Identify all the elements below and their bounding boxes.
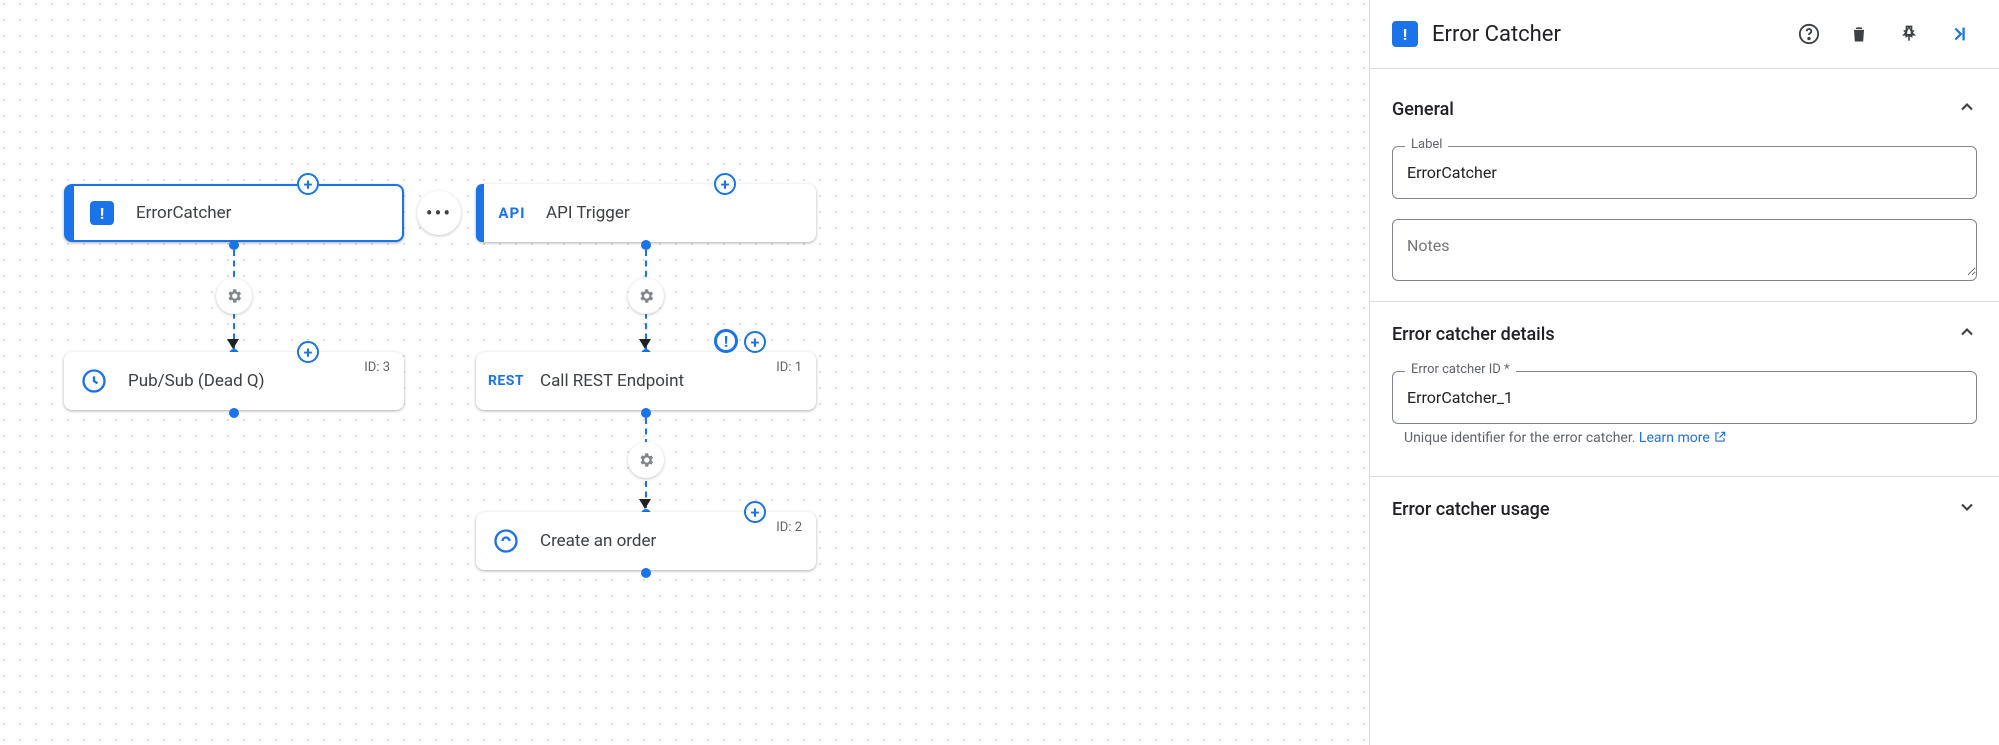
delete-button[interactable] bbox=[1841, 16, 1877, 52]
label-field[interactable]: Label bbox=[1392, 146, 1977, 199]
node-label: Call REST Endpoint bbox=[540, 371, 800, 391]
node-label: Create an order bbox=[540, 531, 800, 551]
gear-icon bbox=[637, 287, 655, 305]
error-catcher-id-field[interactable]: Error catcher ID * bbox=[1392, 371, 1977, 424]
rest-icon: REST bbox=[490, 365, 522, 397]
error-catcher-id-input[interactable] bbox=[1393, 372, 1976, 423]
connector-dot bbox=[229, 240, 239, 250]
section-header-general[interactable]: General bbox=[1392, 77, 1977, 134]
node-label: Pub/Sub (Dead Q) bbox=[128, 371, 388, 391]
connector-icon bbox=[490, 525, 522, 557]
label-input[interactable] bbox=[1393, 147, 1976, 198]
external-link-icon bbox=[1713, 430, 1727, 444]
node-id-text: ID: 1 bbox=[776, 360, 802, 375]
node-api-trigger[interactable]: API API Trigger bbox=[476, 184, 816, 242]
node-accent-bar bbox=[476, 184, 484, 242]
chmar-right-icon bbox=[1948, 23, 1970, 45]
arrowhead-icon bbox=[639, 339, 651, 349]
connector-dot bbox=[229, 408, 239, 418]
arrowhead-icon bbox=[227, 339, 239, 349]
pin-button[interactable] bbox=[1891, 16, 1927, 52]
chevron-down-icon bbox=[1957, 497, 1977, 522]
node-accent-bar bbox=[64, 352, 66, 410]
error-badge-icon: ! bbox=[714, 329, 738, 353]
node-error-catcher[interactable]: ! ErrorCatcher bbox=[64, 184, 404, 242]
help-icon bbox=[1798, 23, 1820, 45]
gear-icon bbox=[225, 287, 243, 305]
helper-text-content: Unique identifier for the error catcher. bbox=[1404, 430, 1639, 446]
trash-icon bbox=[1849, 24, 1869, 44]
more-button[interactable]: ••• bbox=[417, 191, 461, 235]
section-title: General bbox=[1392, 99, 1454, 120]
node-label: ErrorCatcher bbox=[136, 203, 386, 223]
section-title: Error catcher usage bbox=[1392, 499, 1550, 520]
field-label: Label bbox=[1405, 137, 1448, 152]
node-id-text: ID: 3 bbox=[364, 360, 390, 375]
section-header-usage[interactable]: Error catcher usage bbox=[1392, 477, 1977, 534]
node-call-rest[interactable]: REST Call REST Endpoint ID: 1 bbox=[476, 352, 816, 410]
section-title: Error catcher details bbox=[1392, 324, 1555, 345]
section-header-details[interactable]: Error catcher details bbox=[1392, 302, 1977, 359]
node-id-text: ID: 2 bbox=[776, 520, 802, 535]
chevron-up-icon bbox=[1957, 97, 1977, 122]
node-accent-bar bbox=[66, 186, 74, 240]
chevron-up-icon bbox=[1957, 322, 1977, 347]
node-pubsub[interactable]: Pub/Sub (Dead Q) ID: 3 bbox=[64, 352, 404, 410]
add-handle-top[interactable]: + bbox=[297, 341, 319, 363]
node-accent-bar bbox=[476, 352, 478, 410]
edge-settings-button[interactable] bbox=[628, 278, 664, 314]
error-icon: ! bbox=[1392, 21, 1418, 47]
edge-settings-button[interactable] bbox=[216, 278, 252, 314]
add-handle-top[interactable]: + bbox=[297, 173, 319, 195]
add-handle-top[interactable]: + bbox=[744, 501, 766, 523]
pin-icon bbox=[1899, 24, 1919, 44]
flow-canvas[interactable]: ! ErrorCatcher + ••• API API Trigger + P… bbox=[0, 0, 1369, 745]
add-handle-top[interactable]: + bbox=[744, 331, 766, 353]
node-label: API Trigger bbox=[546, 203, 800, 223]
helper-text: Unique identifier for the error catcher.… bbox=[1392, 430, 1977, 454]
connector-dot bbox=[641, 408, 651, 418]
learn-more-link[interactable]: Learn more bbox=[1639, 430, 1727, 446]
error-icon: ! bbox=[86, 197, 118, 229]
api-icon: API bbox=[496, 197, 528, 229]
edge-settings-button[interactable] bbox=[628, 442, 664, 478]
arrowhead-icon bbox=[639, 499, 651, 509]
add-handle-top[interactable]: + bbox=[714, 173, 736, 195]
notes-field[interactable] bbox=[1392, 219, 1977, 281]
panel-header: ! Error Catcher bbox=[1370, 0, 1999, 69]
node-create-order[interactable]: Create an order ID: 2 bbox=[476, 512, 816, 570]
pubsub-icon bbox=[78, 365, 110, 397]
connector-dot bbox=[641, 568, 651, 578]
properties-panel: ! Error Catcher General Label bbox=[1369, 0, 1999, 745]
field-label: Error catcher ID * bbox=[1405, 362, 1516, 377]
node-accent-bar bbox=[476, 512, 478, 570]
help-button[interactable] bbox=[1791, 16, 1827, 52]
panel-title: Error Catcher bbox=[1432, 22, 1777, 47]
notes-textarea[interactable] bbox=[1393, 220, 1976, 276]
connector-dot bbox=[641, 240, 651, 250]
gear-icon bbox=[637, 451, 655, 469]
collapse-panel-button[interactable] bbox=[1941, 16, 1977, 52]
panel-body: General Label Error catcher details Erro… bbox=[1370, 69, 1999, 542]
